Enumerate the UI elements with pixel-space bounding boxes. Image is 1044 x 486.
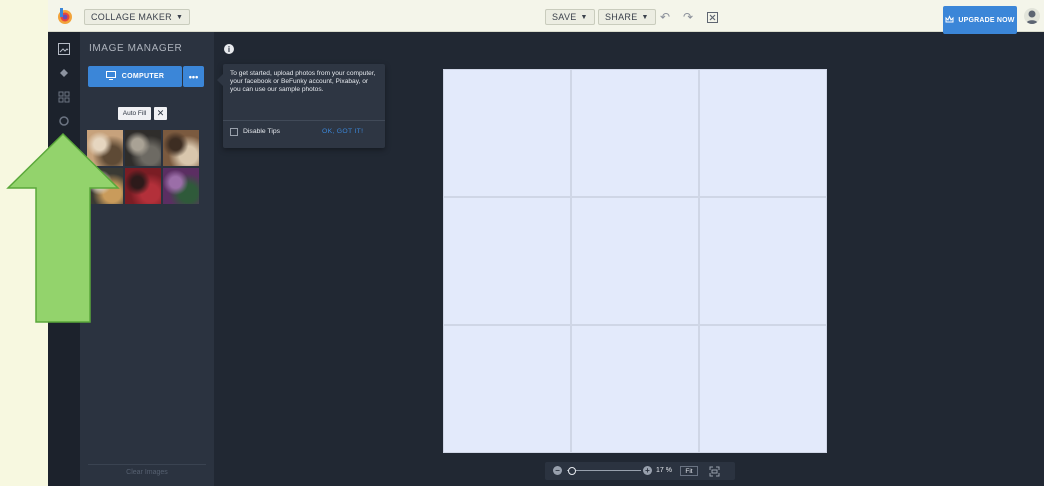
- up-arrow-annotation: [6, 132, 120, 323]
- disable-tips-checkbox[interactable]: [230, 128, 238, 136]
- paint-bucket-icon[interactable]: [56, 65, 72, 81]
- fullscreen-icon[interactable]: [708, 465, 720, 477]
- share-label: SHARE: [605, 12, 638, 22]
- zoom-controls: − + 17 % Fit: [545, 462, 735, 480]
- thumb-raspberries[interactable]: [125, 168, 161, 204]
- thumb-headphones[interactable]: [125, 130, 161, 166]
- clear-images-button[interactable]: Clear Images: [80, 469, 214, 476]
- more-sources-button[interactable]: •••: [183, 66, 204, 87]
- computer-label: COMPUTER: [121, 73, 165, 80]
- save-label: SAVE: [552, 12, 577, 22]
- undo-icon[interactable]: ↶: [657, 9, 673, 25]
- share-dropdown[interactable]: SHARE ▼: [598, 9, 656, 25]
- redo-icon[interactable]: ↷: [680, 9, 696, 25]
- settings-icon[interactable]: [56, 113, 72, 129]
- befunky-logo-icon[interactable]: [56, 7, 74, 25]
- auto-fill-button[interactable]: Auto Fill: [118, 107, 151, 120]
- disable-tips-label[interactable]: Disable Tips: [243, 128, 280, 135]
- collage-cell[interactable]: [443, 69, 571, 197]
- collage-cell[interactable]: [699, 69, 827, 197]
- getting-started-tooltip: To get started, upload photos from your …: [217, 64, 385, 148]
- image-icon[interactable]: [56, 41, 72, 57]
- chevron-down-icon: ▼: [641, 13, 649, 21]
- collage-cell[interactable]: [443, 325, 571, 453]
- zoom-percent: 17 %: [656, 467, 672, 474]
- upgrade-now-button[interactable]: UPGRADE NOW: [943, 6, 1017, 34]
- top-toolbar: COLLAGE MAKER ▼ SAVE ▼ SHARE ▼ ↶ ↷ UPGRA…: [48, 0, 1044, 34]
- tip-text: To get started, upload photos from your …: [230, 70, 376, 94]
- info-icon[interactable]: i: [224, 44, 234, 54]
- zoom-out-icon[interactable]: −: [553, 466, 562, 475]
- zoom-in-icon[interactable]: +: [643, 466, 652, 475]
- zoom-slider-handle[interactable]: [567, 467, 576, 475]
- ok-got-it-button[interactable]: OK, GOT IT!: [322, 128, 363, 135]
- panel-title: IMAGE MANAGER: [89, 43, 183, 54]
- collage-cell[interactable]: [571, 197, 699, 325]
- divider: [223, 120, 385, 121]
- close-project-icon[interactable]: [704, 9, 720, 25]
- chevron-down-icon: ▼: [580, 13, 588, 21]
- thumb-purple-plant[interactable]: [163, 168, 199, 204]
- collage-cell[interactable]: [571, 69, 699, 197]
- crown-icon: [945, 14, 954, 26]
- collage-maker-dropdown[interactable]: COLLAGE MAKER ▼: [84, 9, 191, 25]
- collage-cell[interactable]: [571, 325, 699, 453]
- layout-grid-icon[interactable]: [56, 89, 72, 105]
- fit-button[interactable]: Fit: [680, 466, 698, 476]
- collage-cell[interactable]: [699, 197, 827, 325]
- close-icon[interactable]: ✕: [154, 107, 167, 120]
- monitor-icon: [105, 71, 116, 82]
- zoom-slider-track[interactable]: [567, 470, 641, 471]
- save-dropdown[interactable]: SAVE ▼: [545, 9, 595, 25]
- user-avatar[interactable]: [1024, 8, 1040, 24]
- collage-maker-label: COLLAGE MAKER: [91, 12, 172, 22]
- chevron-down-icon: ▼: [175, 13, 184, 21]
- collage-canvas[interactable]: [443, 69, 827, 453]
- thumb-coffee[interactable]: [163, 130, 199, 166]
- collage-cell[interactable]: [443, 197, 571, 325]
- divider: [88, 464, 206, 465]
- collage-cell[interactable]: [699, 325, 827, 453]
- computer-upload-button[interactable]: COMPUTER: [88, 66, 182, 87]
- upgrade-now-label: UPGRADE NOW: [958, 16, 1015, 24]
